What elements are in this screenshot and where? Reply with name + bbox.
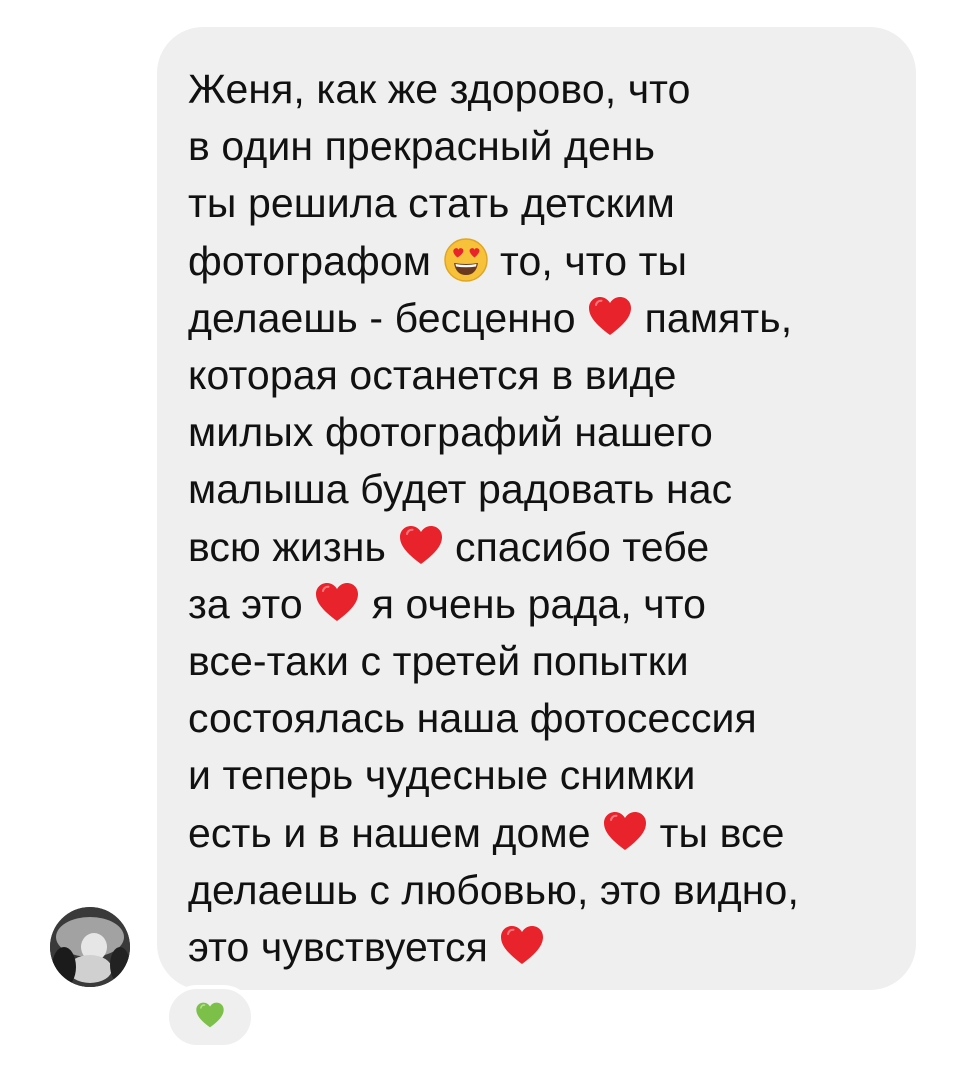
message-line: все-таки с третей попытки <box>188 638 689 685</box>
message-line: всю жизнь спасибо тебе <box>188 523 710 570</box>
red-heart-icon <box>602 809 648 855</box>
message-line: это чувствуется <box>188 919 896 976</box>
message-line: есть и в нашем доме ты все <box>188 809 785 856</box>
reaction-badge[interactable] <box>165 985 255 1049</box>
red-heart-icon <box>587 294 633 340</box>
message-line: милых фотографий нашего <box>188 409 713 456</box>
green-heart-icon <box>195 1001 225 1034</box>
message-line: малыша будет радовать нас <box>188 466 733 513</box>
message-line: за это я очень рада, что <box>188 580 707 627</box>
chat-screen: Женя, как же здорово, что в один прекрас… <box>0 0 959 1078</box>
message-line: делаешь с любовью, это видно, <box>188 866 799 913</box>
message-line: которая останется в виде <box>188 352 677 399</box>
smiling-face-with-heart-eyes-icon <box>443 237 489 283</box>
message-line: делаешь - бесценно память, <box>188 294 793 341</box>
red-heart-icon <box>398 523 444 569</box>
red-heart-icon <box>314 580 360 626</box>
message-line: Женя, как же здорово, что <box>188 66 691 112</box>
message-line: состоялась наша фотосессия <box>188 695 757 742</box>
message-line: ты решила стать детским <box>188 180 675 227</box>
sender-avatar[interactable] <box>50 907 130 987</box>
red-heart-icon <box>499 923 545 969</box>
message-bubble[interactable]: Женя, как же здорово, что в один прекрас… <box>157 27 916 990</box>
message-line: и теперь чудесные снимки <box>188 752 696 799</box>
message-line: фотографом то, что ты <box>188 237 688 284</box>
message-line: в один прекрасный день <box>188 123 656 170</box>
